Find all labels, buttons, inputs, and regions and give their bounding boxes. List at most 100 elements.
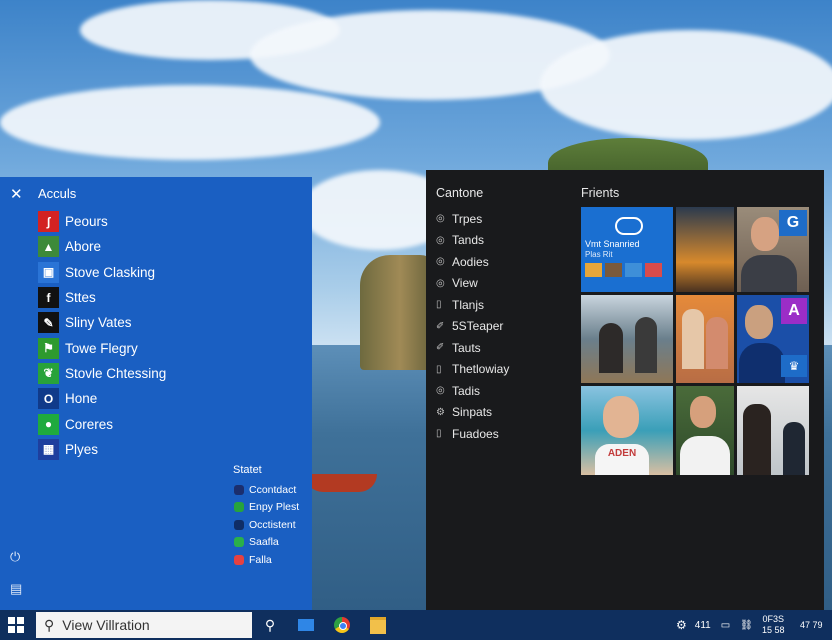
menu-item[interactable]: ▯ Thetlowiay	[436, 359, 509, 381]
taskbar: ⚲ View Villration ⚲ ⚙ 411 ▭ ⛓ 0F3S 15 58…	[0, 610, 832, 640]
sub-item[interactable]: Saafla	[234, 534, 299, 552]
app-label: Sliny Vates	[65, 315, 132, 331]
app-item[interactable]: ʃ Peours	[38, 209, 166, 234]
person	[599, 323, 623, 373]
app-item[interactable]: ✎ Sliny Vates	[38, 310, 166, 335]
bullet-icon	[234, 519, 244, 530]
doc-icon: ▯	[436, 428, 442, 440]
app-item[interactable]: f Sttes	[38, 285, 166, 310]
photo-app-icon: ▲	[38, 236, 59, 258]
sub-item[interactable]: Enpy Plest	[234, 499, 299, 517]
acrobat-icon: ʃ	[38, 211, 59, 233]
app-label: Sttes	[65, 290, 96, 306]
f-icon: f	[38, 287, 59, 309]
tile-text: Vmt Snanried	[585, 239, 640, 249]
clock-right: 47 79	[800, 620, 823, 630]
cloud-icon	[615, 217, 643, 235]
bullet-icon	[234, 537, 244, 548]
women-photo-tile[interactable]	[737, 386, 809, 475]
group-photo-tile[interactable]	[581, 295, 673, 383]
start-menu-panel: ✕ Acculs ʃ Peours ▲ Abore ▣ Stove Clasking f St…	[0, 177, 312, 610]
menu-item-label: Fuadoes	[452, 426, 499, 441]
settings-icon[interactable]: ▤	[10, 581, 22, 597]
circle-icon: ◎	[436, 234, 445, 246]
app-item[interactable]: ▲ Abore	[38, 234, 166, 259]
couple-photo-tile[interactable]	[676, 295, 734, 383]
clock[interactable]: 0F3S 15 58	[762, 614, 785, 636]
search-icon[interactable]: ⚲	[260, 615, 280, 635]
face	[690, 396, 716, 428]
bullet-icon	[234, 554, 244, 565]
gear-icon: ⚙	[436, 406, 445, 418]
friend-photo-tile[interactable]: G	[737, 207, 809, 292]
friends-grid: Vmt Snanried Plas Rit G A ♛ ADEN	[581, 207, 809, 475]
app-item[interactable]: ▦ Plyes	[38, 437, 166, 462]
thumbnail-row	[585, 263, 662, 277]
close-icon[interactable]: ✕	[10, 185, 23, 203]
search-box[interactable]: ⚲ View Villration	[36, 612, 252, 638]
person	[635, 317, 657, 373]
panel-header: Cantone	[436, 186, 484, 200]
person	[682, 309, 704, 369]
chrome-icon[interactable]	[332, 615, 352, 635]
menu-item[interactable]: ✐ Tauts	[436, 337, 509, 359]
person	[743, 404, 771, 475]
young-friend-tile[interactable]	[676, 386, 734, 475]
sub-item-label: Saafla	[249, 536, 279, 549]
tile-subtext: Plas Rit	[585, 250, 613, 259]
menu-item[interactable]: ✐ 5STeaper	[436, 316, 509, 338]
app-item[interactable]: ❦ Stovle Chtessing	[38, 361, 166, 386]
shirt: ADEN	[595, 444, 649, 475]
cloud	[540, 30, 832, 140]
doc-icon: ▯	[436, 299, 442, 311]
onedrive-tile[interactable]: Vmt Snanried Plas Rit	[581, 207, 673, 292]
beach-friend-tile[interactable]: ADEN	[581, 386, 673, 475]
menu-item[interactable]: ◎ View	[436, 273, 509, 295]
sub-item[interactable]: Falla	[234, 551, 299, 569]
menu-list: ◎ Trpes ◎ Tands ◎ Aodies ◎ View ▯ Tlanjs ✐ 5STeaper…	[436, 208, 509, 445]
clock-bottom: 15 58	[762, 625, 785, 635]
smiling-friend-tile[interactable]: A ♛	[737, 295, 809, 383]
menu-item-label: Tauts	[452, 340, 481, 355]
start-button[interactable]	[8, 617, 24, 633]
power-icon[interactable]: ⏻	[10, 549, 20, 565]
doc-icon: ▯	[436, 363, 442, 375]
menu-item[interactable]: ▯ Tlanjs	[436, 294, 509, 316]
menu-item-label: Tadis	[452, 383, 481, 398]
flag-icon: ⚑	[38, 337, 59, 359]
menu-item[interactable]: ▯ Fuadoes	[436, 423, 509, 445]
file-explorer-icon[interactable]	[368, 615, 388, 635]
menu-item[interactable]: ◎ Aodies	[436, 251, 509, 273]
menu-item-label: View	[452, 276, 478, 291]
sub-item-label: Enpy Plest	[249, 501, 300, 514]
badge-g: G	[779, 210, 807, 236]
shirt	[741, 255, 797, 292]
chat-icon: ●	[38, 413, 59, 435]
badge-a: A	[781, 298, 807, 324]
person	[706, 317, 728, 369]
settings-icon[interactable]: ⚙	[676, 618, 687, 632]
friends-title: Frients	[581, 186, 620, 200]
sub-item[interactable]: Occtistent	[234, 516, 299, 534]
app-item[interactable]: ● Coreres	[38, 411, 166, 436]
menu-item[interactable]: ⚙ Sinpats	[436, 402, 509, 424]
dark-panel: Cantone ◎ Trpes ◎ Tands ◎ Aodies ◎ View ▯ Tlanjs ✐…	[426, 170, 824, 610]
menu-item-label: Trpes	[452, 211, 483, 226]
app-item[interactable]: ⚑ Towe Flegry	[38, 335, 166, 360]
display-icon[interactable]: ▭	[721, 620, 730, 631]
app-item[interactable]: ▣ Stove Clasking	[38, 260, 166, 285]
menu-item[interactable]: ◎ Trpes	[436, 208, 509, 230]
link-icon[interactable]: ⛓	[740, 620, 753, 631]
menu-item-label: Thetlowiay	[452, 362, 510, 377]
circle-icon: ◎	[436, 277, 445, 289]
bullet-icon	[234, 484, 244, 495]
windows-store-icon[interactable]	[296, 615, 316, 635]
menu-item-label: Aodies	[452, 254, 489, 269]
sub-item[interactable]: Ccontdact	[234, 481, 299, 499]
menu-item-label: 5STeaper	[452, 319, 504, 334]
menu-item[interactable]: ◎ Tands	[436, 230, 509, 252]
menu-item[interactable]: ◎ Tadis	[436, 380, 509, 402]
sunset-photo-tile[interactable]	[676, 207, 734, 292]
app-item[interactable]: O Hone	[38, 386, 166, 411]
face	[751, 217, 779, 251]
